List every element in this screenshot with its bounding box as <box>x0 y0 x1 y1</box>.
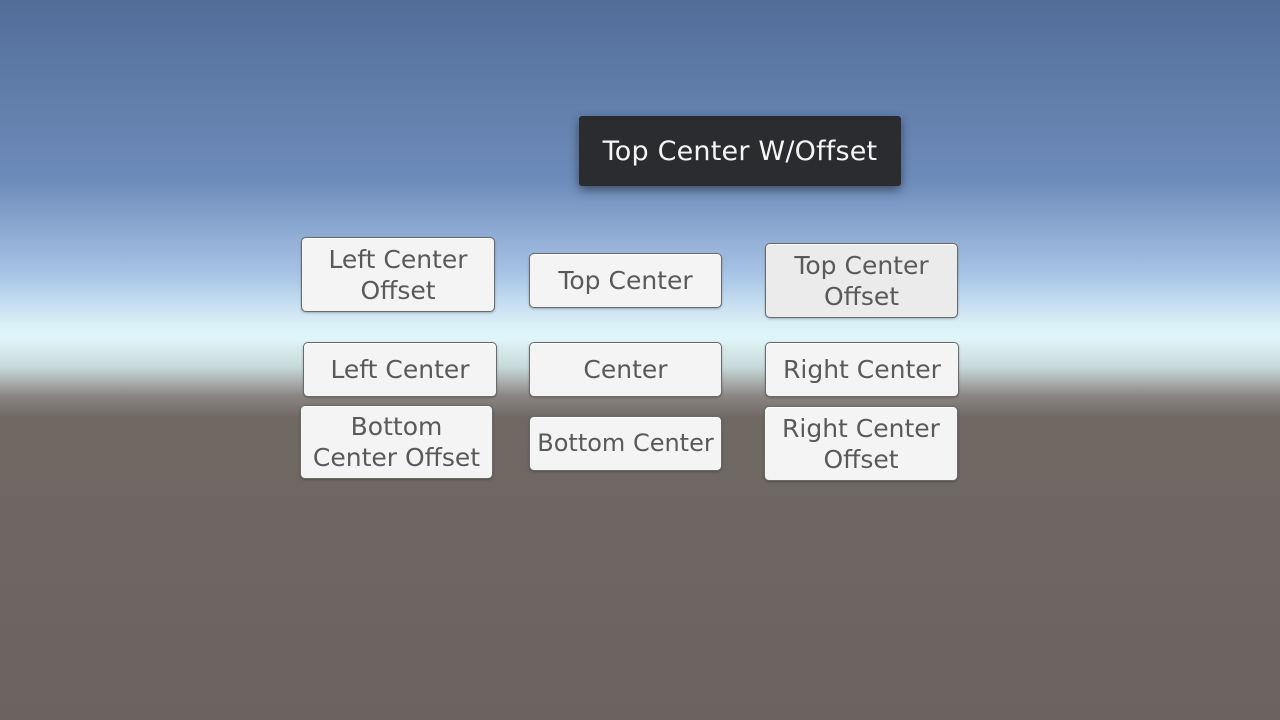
right-center-offset-label: Right Center Offset <box>782 413 940 474</box>
right-center-offset-button[interactable]: Right Center Offset <box>764 406 958 481</box>
right-center-button[interactable]: Right Center <box>765 342 959 397</box>
top-center-offset-button[interactable]: Top Center Offset <box>765 243 958 318</box>
left-center-button[interactable]: Left Center <box>303 342 497 397</box>
tooltip: Top Center W/Offset <box>579 116 901 186</box>
center-label: Center <box>583 355 668 384</box>
top-center-offset-label: Top Center Offset <box>794 250 929 311</box>
top-center-label: Top Center <box>558 266 693 295</box>
bottom-center-offset-label: Bottom Center Offset <box>312 412 481 472</box>
bottom-center-label: Bottom Center <box>537 429 714 457</box>
game-viewport: Top Center W/Offset Left Center Offset T… <box>0 0 1280 720</box>
left-center-label: Left Center <box>330 355 470 384</box>
bottom-center-offset-button[interactable]: Bottom Center Offset <box>300 405 493 479</box>
right-center-label: Right Center <box>783 355 941 384</box>
left-center-offset-button[interactable]: Left Center Offset <box>301 237 495 312</box>
left-center-offset-label: Left Center Offset <box>328 244 468 305</box>
center-button[interactable]: Center <box>529 342 722 397</box>
tooltip-text: Top Center W/Offset <box>602 135 878 167</box>
top-center-button[interactable]: Top Center <box>529 253 722 308</box>
bottom-center-button[interactable]: Bottom Center <box>529 416 722 471</box>
